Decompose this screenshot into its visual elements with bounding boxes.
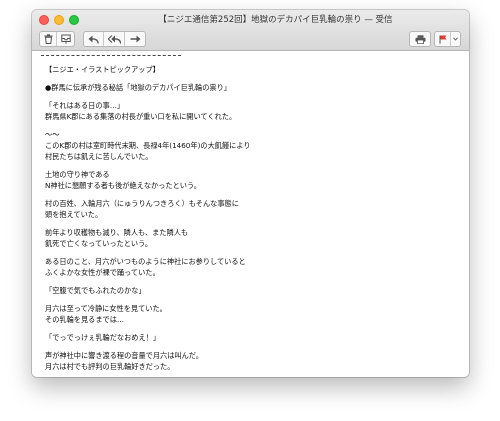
flag-button[interactable] bbox=[435, 32, 451, 46]
message-paragraph: ●群馬に伝承が残る秘話「地獄のデカパイ巨乳輪の祟り」 bbox=[45, 82, 455, 93]
message-paragraph: 「それはある日の事…」群馬県K郡にある集落の村長が重い口を私に開いてくれた。 bbox=[45, 100, 455, 122]
minimize-window-button[interactable] bbox=[54, 15, 64, 25]
message-line: 村民たちは飢えに苦しんでいた。 bbox=[45, 152, 153, 161]
message-body-viewer[interactable]: 【ニジエ・イラストピックアップ】 ●群馬に伝承が残る秘話「地獄のデカパイ巨乳輪の祟… bbox=[32, 51, 469, 377]
chevron-down-icon bbox=[453, 37, 458, 41]
reply-all-icon bbox=[107, 34, 121, 44]
message-line: 〜〜 bbox=[45, 130, 60, 139]
window-title: 【ニジエ通信第252回】地獄のデカパイ巨乳輪の祟り — 受信 bbox=[158, 15, 393, 25]
zoom-window-button[interactable] bbox=[69, 15, 79, 25]
reply-icon bbox=[88, 35, 99, 44]
reply-all-button[interactable] bbox=[104, 32, 125, 46]
printer-icon bbox=[415, 34, 425, 44]
junk-button[interactable] bbox=[57, 32, 74, 46]
message-line: ●群馬に伝承が残る秘話「地獄のデカパイ巨乳輪の祟り」 bbox=[45, 83, 231, 92]
reply-actions-group bbox=[83, 31, 146, 47]
flag-shape bbox=[439, 35, 446, 39]
message-paragraph: 声が神社中に響き渡る程の音量で月六は叫んだ。 月六は村でも評判の巨乳輪好きだった。 bbox=[45, 350, 455, 372]
print-button[interactable] bbox=[410, 32, 430, 46]
divider bbox=[41, 55, 181, 56]
message-line: 月六は村でも評判の巨乳輪好きだった。 bbox=[45, 362, 175, 371]
message-paragraph: 「でっでっけぇ乳輪だなおめえ！」 bbox=[45, 332, 455, 343]
junk-mailbox-icon bbox=[60, 34, 71, 44]
reply-button[interactable] bbox=[84, 32, 104, 46]
message-text: 【ニジエ・イラストピックアップ】 ●群馬に伝承が残る秘話「地獄のデカパイ巨乳輪の祟… bbox=[45, 64, 455, 377]
close-window-button[interactable] bbox=[39, 15, 49, 25]
flag-icon bbox=[439, 35, 446, 44]
message-line: 「空腹で気でもふれたのかな」 bbox=[45, 286, 146, 295]
message-paragraph: 土地の守り神である N神社に懇願する者も後が絶えなかったという。 bbox=[45, 169, 455, 191]
forward-button[interactable] bbox=[125, 32, 145, 46]
message-paragraph: 月六は至って冷静に女性を見ていた。 その乳輪を見るまでは… bbox=[45, 303, 455, 325]
message-line: 頭を抱えていた。 bbox=[45, 210, 103, 219]
mail-message-window: 【ニジエ通信第252回】地獄のデカパイ巨乳輪の祟り — 受信 【ニジエ・イラスト… bbox=[32, 10, 469, 377]
trash-icon bbox=[44, 34, 52, 44]
message-paragraph: ある日のこと、月六がいつものように神社にお参りしていると ふくよかな女性が裸で踊っ… bbox=[45, 256, 455, 278]
message-line: N神社に懇願する者も後が絶えなかったという。 bbox=[45, 181, 201, 190]
message-line: 土地の守り神である bbox=[45, 170, 110, 179]
message-line: ある日のこと、月六がいつものように神社にお参りしていると bbox=[45, 257, 246, 266]
message-line: 前年より収穫物も減り、隣人も、また隣人も bbox=[45, 228, 189, 237]
message-line: 村の百姓、入輪月六（にゅうりんつきろく）もそんな事態に bbox=[45, 199, 239, 208]
message-paragraph: 【ニジエ・イラストピックアップ】 bbox=[45, 64, 455, 75]
message-line: 「それはある日の事…」 bbox=[45, 101, 125, 110]
message-line: 群馬県K郡にある集落の村長が重い口を私に開いてくれた。 bbox=[45, 112, 237, 121]
print-group bbox=[409, 31, 431, 47]
message-line: ふくよかな女性が裸で踊っていた。 bbox=[45, 268, 160, 277]
message-line: 月六は至って冷静に女性を見ていた。 bbox=[45, 304, 167, 313]
mailbox-actions-group bbox=[39, 31, 75, 47]
message-line: 「でっでっけぇ乳輪だなおめえ！」 bbox=[45, 333, 161, 342]
flag-group bbox=[434, 31, 461, 47]
message-line: 声が神社中に響き渡る程の音量で月六は叫んだ。 bbox=[45, 351, 203, 360]
forward-icon bbox=[130, 35, 140, 42]
message-paragraph: 村の百姓、入輪月六（にゅうりんつきろく）もそんな事態に 頭を抱えていた。 bbox=[45, 198, 455, 220]
flag-menu-button[interactable] bbox=[451, 32, 460, 46]
message-line: 飢死で亡くなっていったという。 bbox=[45, 239, 153, 248]
message-line: その乳輪を見るまでは… bbox=[45, 315, 125, 324]
message-paragraph: 〜〜このK郡の村は室町時代末期、長禄4年(1460年)の大飢饉により 村民たちは飢… bbox=[45, 129, 455, 162]
delete-button[interactable] bbox=[40, 32, 57, 46]
message-line: このK郡の村は室町時代末期、長禄4年(1460年)の大飢饉により bbox=[45, 141, 251, 150]
message-line: 【ニジエ・イラストピックアップ】 bbox=[45, 65, 160, 74]
message-paragraph: 前年より収穫物も減り、隣人も、また隣人も 飢死で亡くなっていったという。 bbox=[45, 227, 455, 249]
title-bar[interactable]: 【ニジエ通信第252回】地獄のデカパイ巨乳輪の祟り — 受信 bbox=[32, 10, 469, 51]
message-paragraph: 「空腹で気でもふれたのかな」 bbox=[45, 285, 455, 296]
